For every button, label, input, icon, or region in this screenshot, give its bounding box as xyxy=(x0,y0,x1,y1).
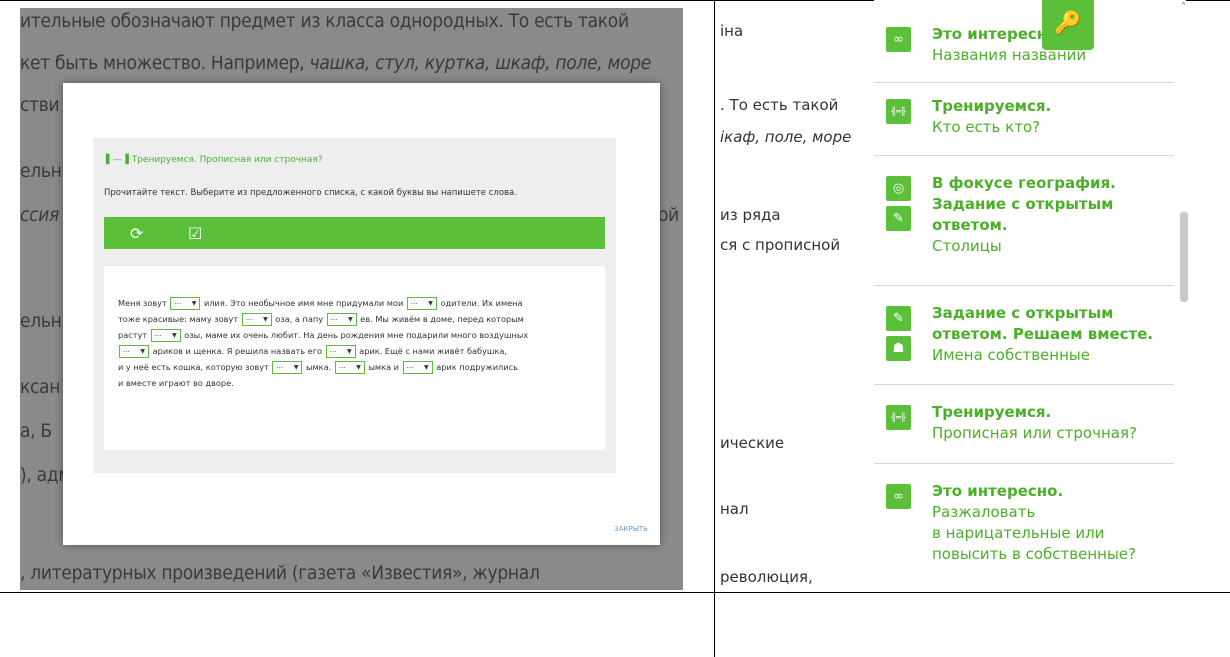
middle-text-line: революция, xyxy=(720,568,813,586)
letter-dropdown[interactable]: ... ▼ xyxy=(326,313,357,326)
background-text-line: а, Б xyxy=(20,420,52,442)
chevron-down-icon: ▼ xyxy=(172,332,177,339)
nav-item-subtitle: повысить в собственные? xyxy=(932,545,1136,563)
letter-dropdown[interactable]: ... ▼ xyxy=(272,361,303,374)
letter-dropdown[interactable]: ... ▼ xyxy=(325,345,356,358)
nav-item[interactable]: Тренируемся. Кто есть кто? ╢═╟ xyxy=(874,83,1174,156)
task-panel: ▌—▐ Тренируемся. Прописная или строчная?… xyxy=(93,138,616,473)
exercise-text-box: Меня зовут ... ▼ илия. Это необычное имя … xyxy=(104,266,605,450)
middle-text-line: ся с прописной xyxy=(720,236,841,254)
background-text-line: ельн xyxy=(20,160,62,182)
middle-text-line: . То есть такой xyxy=(720,96,839,114)
exercise-paragraph: Меня зовут ... ▼ илия. Это необычное имя … xyxy=(118,295,598,391)
training-modal: ▌—▐ Тренируемся. Прописная или строчная?… xyxy=(63,83,660,545)
letter-dropdown[interactable]: ... ▼ xyxy=(170,297,201,310)
background-text-line: стви xyxy=(20,94,60,116)
background-text-line: ссия xyxy=(20,204,59,226)
dumbbell-icon: ╢═╟ xyxy=(886,405,911,430)
nav-item-title: В фокусе география. xyxy=(932,174,1116,192)
left-screenshot: ительные обозначают предмет из класса од… xyxy=(20,8,683,590)
letter-dropdown[interactable]: ... ▼ xyxy=(119,345,149,358)
letter-dropdown[interactable]: ... ▼ xyxy=(334,361,365,374)
table-border-divider xyxy=(714,0,715,657)
dumbbell-icon: ▌—▐ xyxy=(106,155,129,165)
middle-screenshot: іна . То есть такой ікаф, поле, море из ряд… xyxy=(716,8,874,590)
paragraph-line: растут ... ▼ озы, маме их очень любит. На… xyxy=(118,329,529,342)
paragraph-line: ... ▼ ариков и щенка. Я решила назвать ег… xyxy=(118,343,598,359)
middle-text-line: ікаф, поле, море xyxy=(720,128,852,146)
nav-item[interactable]: Это интересно. Названия названий ∞ xyxy=(874,0,1174,83)
table-border-mid xyxy=(0,592,1230,593)
scrollbar-thumb[interactable] xyxy=(1180,212,1188,302)
chevron-down-icon: ▼ xyxy=(263,316,268,323)
nav-item-title: Тренируемся. xyxy=(932,97,1052,115)
chevron-down-icon: ▼ xyxy=(428,300,433,307)
nav-item-subtitle: Кто есть кто? xyxy=(932,118,1041,136)
nav-item-title: Тренируемся. xyxy=(932,403,1052,421)
letter-dropdown[interactable]: ... ▼ xyxy=(402,361,433,374)
nav-item[interactable]: Задание с открытым ответом. Решаем вместе… xyxy=(874,286,1174,385)
nav-item[interactable]: Это интересно. Разжаловать в нарицательные… xyxy=(874,464,1174,592)
paragraph-line: и у неё есть кошка, которую зовут ... ▼ ы… xyxy=(118,361,518,374)
chevron-down-icon: ▼ xyxy=(191,300,197,307)
chevron-down-icon: ▼ xyxy=(347,348,352,355)
chevron-down-icon: ▼ xyxy=(140,348,145,355)
chevron-down-icon: ▼ xyxy=(356,364,361,371)
paragraph-line: тоже красивые: маму зовут ... ▼ оза, а па… xyxy=(118,313,524,326)
middle-text-line: нал xyxy=(720,500,749,518)
chevron-down-icon: ▼ xyxy=(423,364,429,371)
key-icon[interactable]: 🔑 xyxy=(1042,0,1094,50)
nav-item[interactable]: Тренируемся. Прописная или строчная? ╢═╟ xyxy=(874,385,1174,464)
binoculars-icon: ∞ xyxy=(886,27,911,52)
background-text-line: , литературных произведений (газета «Изв… xyxy=(20,562,540,584)
background-text-line: кет быть множество. Например, чашка, сту… xyxy=(20,52,652,74)
close-button[interactable]: ЗАКРЫТЬ xyxy=(614,525,648,533)
binoculars-icon: ∞ xyxy=(886,484,911,509)
nav-item-subtitle: Имена собственные xyxy=(932,346,1090,364)
background-text-line: ительные обозначают предмет из класса од… xyxy=(20,10,629,32)
task-title: Тренируемся. Прописная или строчная? xyxy=(131,155,323,165)
nav-item-subtitle: Разжаловать xyxy=(932,503,1036,521)
nav-item-title: Это интересно. xyxy=(932,482,1064,500)
task-heading: ▌—▐ Тренируемся. Прописная или строчная? xyxy=(106,155,323,165)
nav-item-title: ответом. Решаем вместе. xyxy=(932,325,1154,343)
nav-item-subtitle: Столицы xyxy=(932,237,1002,255)
letter-dropdown[interactable]: ... ▼ xyxy=(406,297,437,310)
dumbbell-icon: ╢═╟ xyxy=(886,99,911,124)
chevron-down-icon: ▼ xyxy=(293,364,299,371)
side-navigation: Это интересно. Названия названий ∞ Тренируе… xyxy=(874,0,1186,592)
nav-item-title: Задание с открытым xyxy=(932,195,1114,213)
nav-item-title: ответом. xyxy=(932,216,1008,234)
background-text-line: ксан xyxy=(20,376,61,398)
chevron-down-icon: ▼ xyxy=(348,316,353,323)
refresh-icon[interactable]: ⟳ xyxy=(130,224,143,243)
nav-item[interactable]: В фокусе география. Задание с открытым отв… xyxy=(874,156,1174,286)
pencil-icon: ✎ xyxy=(886,306,911,331)
scroll-up-arrow[interactable]: ˄ xyxy=(1181,2,1186,13)
middle-text-line: из ряда xyxy=(720,206,781,224)
letter-dropdown[interactable]: ... ▼ xyxy=(150,329,181,342)
globe-icon: ◎ xyxy=(886,176,911,201)
group-icon: ☗ xyxy=(886,336,911,361)
task-toolbar: ⟳ ☑ xyxy=(104,217,605,249)
middle-text-line: ические xyxy=(720,434,785,452)
background-text-line: ельн xyxy=(20,310,62,332)
letter-dropdown[interactable]: ... ▼ xyxy=(241,313,272,326)
pencil-icon: ✎ xyxy=(886,206,911,231)
paragraph-line: Меня зовут ... ▼ илия. Это необычное имя … xyxy=(118,297,523,310)
check-icon[interactable]: ☑ xyxy=(188,224,202,243)
nav-item-subtitle: Прописная или строчная? xyxy=(932,424,1137,442)
nav-item-subtitle: в нарицательные или xyxy=(932,524,1105,542)
nav-item-title: Задание с открытым xyxy=(932,304,1114,322)
middle-text-line: іна xyxy=(720,22,744,40)
task-description: Прочитайте текст. Выберите из предложенн… xyxy=(104,188,517,198)
paragraph-line: и вместе играют во дворе. xyxy=(118,378,234,388)
